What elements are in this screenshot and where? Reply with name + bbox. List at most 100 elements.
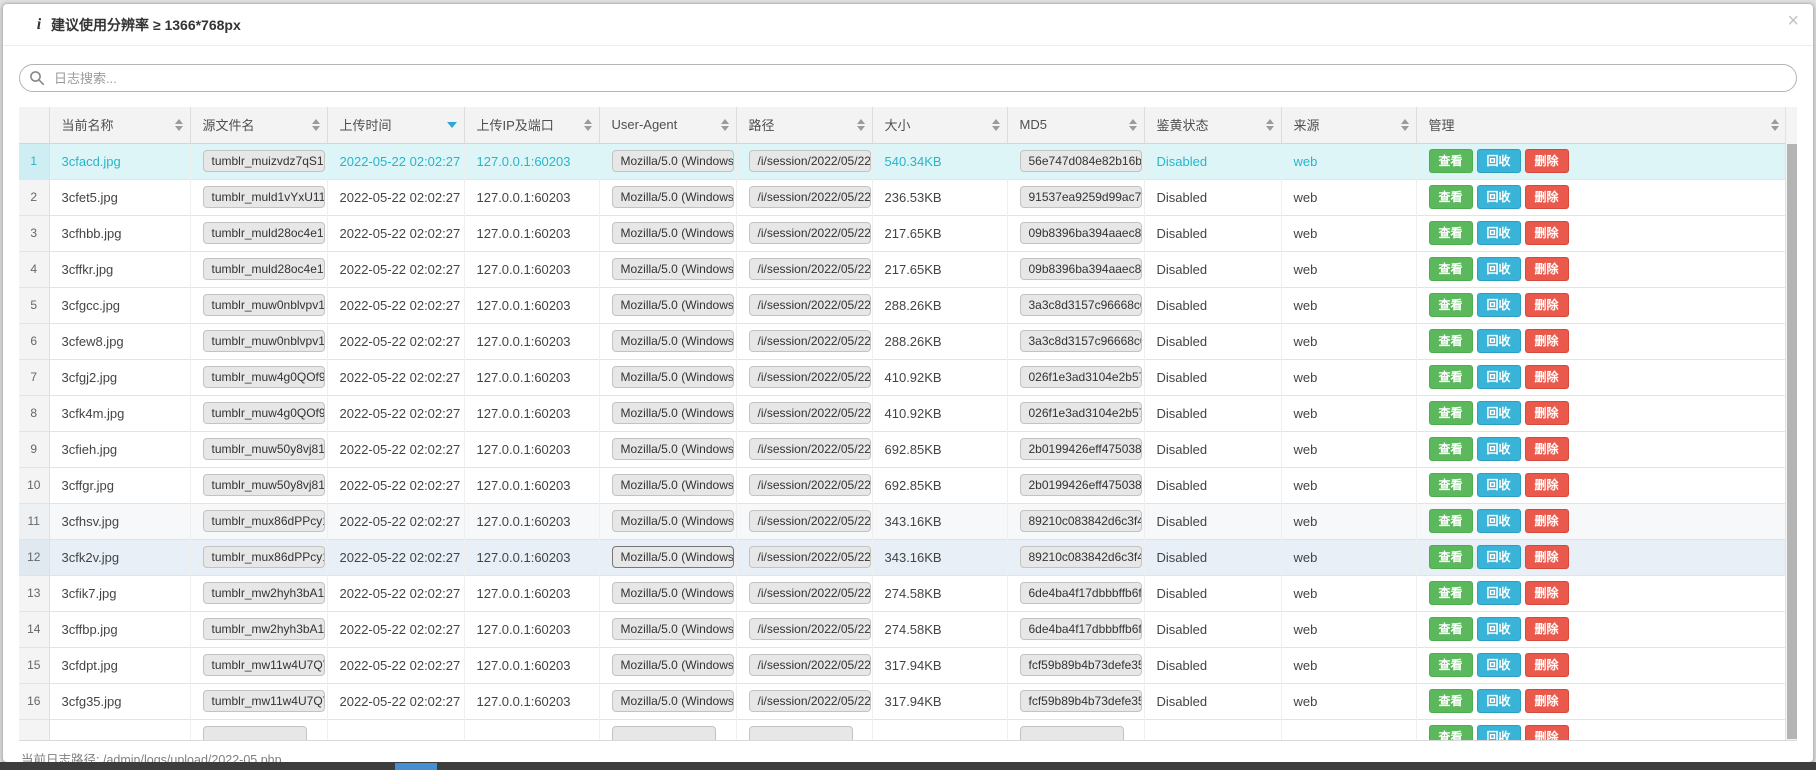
view-button[interactable]: 查看 [1429,725,1473,741]
search-input[interactable] [19,64,1797,92]
delete-button[interactable]: 删除 [1525,437,1569,462]
view-button[interactable]: 查看 [1429,257,1473,282]
md5-button[interactable]: 56e747d084e82b16b67 [1020,150,1142,172]
user-agent-button[interactable]: Mozilla/5.0 (Windows N [612,582,734,604]
view-button[interactable]: 查看 [1429,293,1473,318]
delete-button[interactable]: 删除 [1525,617,1569,642]
source-file-button[interactable]: tumblr_muw4g0QOf91r [203,366,325,388]
view-button[interactable]: 查看 [1429,545,1473,570]
sort-icon[interactable] [584,119,592,131]
source-file-button[interactable]: tumblr_muw0nblvpv1r2 [203,294,325,316]
recycle-button[interactable]: 回收 [1477,617,1521,642]
delete-button[interactable]: 删除 [1525,689,1569,714]
source-file-button[interactable]: tumblr_muw4g0QOf91r [203,402,325,424]
sort-icon[interactable] [1266,119,1274,131]
md5-button[interactable]: 6de4ba4f17dbbbffb6f22 [1020,618,1142,640]
column-header-name[interactable]: 当前名称 [49,107,190,143]
path-button[interactable]: /i/session/2022/05/22/3 [749,654,871,676]
vertical-scrollbar[interactable] [1785,107,1797,741]
delete-button[interactable]: 删除 [1525,545,1569,570]
md5-button[interactable]: 09b8396ba394aaec8aa [1020,258,1142,280]
delete-button[interactable]: 删除 [1525,293,1569,318]
view-button[interactable]: 查看 [1429,329,1473,354]
view-button[interactable]: 查看 [1429,653,1473,678]
md5-button[interactable] [1020,726,1124,741]
delete-button[interactable]: 删除 [1525,509,1569,534]
view-button[interactable]: 查看 [1429,185,1473,210]
view-button[interactable]: 查看 [1429,401,1473,426]
column-header-source_file[interactable]: 源文件名 [190,107,327,143]
source-file-button[interactable]: tumblr_muw50y8vj81r2 [203,474,325,496]
delete-button[interactable]: 删除 [1525,725,1569,741]
user-agent-button[interactable]: Mozilla/5.0 (Windows N [612,150,734,172]
user-agent-button[interactable] [612,726,716,741]
view-button[interactable]: 查看 [1429,437,1473,462]
md5-button[interactable]: 2b0199426eff47503887 [1020,474,1142,496]
recycle-button[interactable]: 回收 [1477,653,1521,678]
path-button[interactable]: /i/session/2022/05/22/3 [749,150,871,172]
user-agent-button[interactable]: Mozilla/5.0 (Windows N [612,474,734,496]
path-button[interactable]: /i/session/2022/05/22/3 [749,222,871,244]
path-button[interactable]: /i/session/2022/05/22/3 [749,510,871,532]
column-header-ip[interactable]: 上传IP及端口 [464,107,599,143]
path-button[interactable]: /i/session/2022/05/22/3 [749,438,871,460]
md5-button[interactable]: 026f1e3ad3104e2b57d [1020,366,1142,388]
recycle-button[interactable]: 回收 [1477,401,1521,426]
view-button[interactable]: 查看 [1429,509,1473,534]
md5-button[interactable]: fcf59b89b4b73defe354 [1020,654,1142,676]
column-header-time[interactable]: 上传时间 [327,107,464,143]
close-icon[interactable]: × [1787,11,1799,31]
source-file-button[interactable]: tumblr_mw11w4U7QY1 [203,690,325,712]
recycle-button[interactable]: 回收 [1477,221,1521,246]
column-header-origin[interactable]: 来源 [1281,107,1416,143]
column-header-size[interactable]: 大小 [872,107,1007,143]
path-button[interactable]: /i/session/2022/05/22/3 [749,258,871,280]
path-button[interactable]: /i/session/2022/05/22/3 [749,582,871,604]
path-button[interactable]: /i/session/2022/05/22/3 [749,546,871,568]
column-header-manage[interactable]: 管理 [1416,107,1786,143]
recycle-button[interactable]: 回收 [1477,149,1521,174]
md5-button[interactable]: 3a3c8d3157c96668c01 [1020,330,1142,352]
recycle-button[interactable]: 回收 [1477,689,1521,714]
source-file-button[interactable]: tumblr_muizvdz7qS1r2 [203,150,325,172]
user-agent-button[interactable]: Mozilla/5.0 (Windows N [612,402,734,424]
path-button[interactable]: /i/session/2022/05/22/3 [749,294,871,316]
delete-button[interactable]: 删除 [1525,257,1569,282]
source-file-button[interactable]: tumblr_muld28oc4e1r2 [203,222,325,244]
md5-button[interactable]: fcf59b89b4b73defe354 [1020,690,1142,712]
user-agent-button[interactable]: Mozilla/5.0 (Windows N [612,186,734,208]
sort-icon[interactable] [1129,119,1137,131]
md5-button[interactable]: 026f1e3ad3104e2b57d [1020,402,1142,424]
path-button[interactable]: /i/session/2022/05/22/3 [749,402,871,424]
md5-button[interactable]: 6de4ba4f17dbbbffb6f22 [1020,582,1142,604]
sort-icon[interactable] [857,119,865,131]
recycle-button[interactable]: 回收 [1477,725,1521,741]
delete-button[interactable]: 删除 [1525,473,1569,498]
recycle-button[interactable]: 回收 [1477,329,1521,354]
source-file-button[interactable]: tumblr_muld28oc4e1r2 [203,258,325,280]
source-file-button[interactable] [203,726,307,741]
user-agent-button[interactable]: Mozilla/5.0 (Windows N [612,510,734,532]
view-button[interactable]: 查看 [1429,689,1473,714]
md5-button[interactable]: 2b0199426eff47503887 [1020,438,1142,460]
recycle-button[interactable]: 回收 [1477,185,1521,210]
path-button[interactable]: /i/session/2022/05/22/3 [749,186,871,208]
source-file-button[interactable]: tumblr_mw11w4U7QY1 [203,654,325,676]
delete-button[interactable]: 删除 [1525,149,1569,174]
sort-icon[interactable] [721,119,729,131]
md5-button[interactable]: 09b8396ba394aaec8aa [1020,222,1142,244]
source-file-button[interactable]: tumblr_muld1vYxU11r2 [203,186,325,208]
user-agent-button[interactable]: Mozilla/5.0 (Windows N [612,222,734,244]
recycle-button[interactable]: 回收 [1477,581,1521,606]
user-agent-button[interactable]: Mozilla/5.0 (Windows N [612,654,734,676]
sort-desc-icon[interactable] [447,122,457,128]
view-button[interactable]: 查看 [1429,581,1473,606]
recycle-button[interactable]: 回收 [1477,365,1521,390]
source-file-button[interactable]: tumblr_mux86dPPcy1r [203,546,325,568]
view-button[interactable]: 查看 [1429,221,1473,246]
sort-icon[interactable] [992,119,1000,131]
delete-button[interactable]: 删除 [1525,365,1569,390]
sort-icon[interactable] [1771,119,1779,131]
delete-button[interactable]: 删除 [1525,185,1569,210]
md5-button[interactable]: 3a3c8d3157c96668c01 [1020,294,1142,316]
